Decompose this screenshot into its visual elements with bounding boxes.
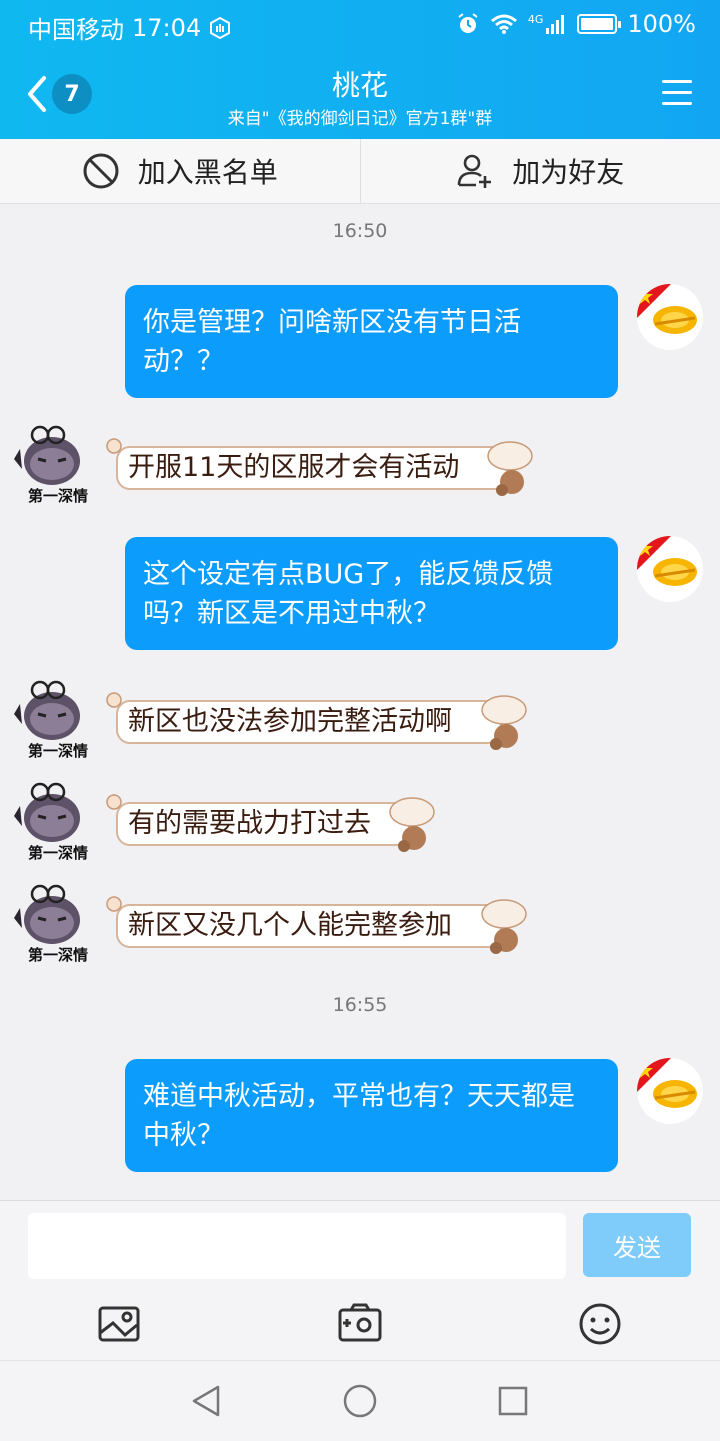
bunny-paw-icon xyxy=(104,690,128,714)
bunny-bear-icon xyxy=(478,894,530,958)
outgoing-message[interactable]: 你是管理？问啥新区没有节日活动？？ xyxy=(125,285,618,398)
clock: 17:04 xyxy=(132,14,201,42)
avatar-caption: 第一深情 xyxy=(28,944,88,965)
avatar-caption: 第一深情 xyxy=(28,485,88,506)
incoming-message[interactable]: 新区又没几个人能完整参加 xyxy=(104,894,530,958)
message-input[interactable] xyxy=(28,1213,566,1279)
bunny-bear-icon xyxy=(484,436,536,500)
composer: 发送 xyxy=(0,1200,720,1361)
message-text: 有的需要战力打过去 xyxy=(128,804,371,844)
nav-back-icon[interactable] xyxy=(188,1383,224,1419)
status-bar: 中国移动 17:04 4G 100% xyxy=(0,0,720,50)
add-friend-label: 加为好友 xyxy=(512,151,624,191)
my-avatar[interactable] xyxy=(637,1058,703,1124)
outgoing-message[interactable]: 难道中秋活动，平常也有？天天都是中秋？ xyxy=(125,1059,618,1172)
contact-avatar[interactable]: 第一深情 xyxy=(14,776,90,862)
bunny-bear-icon xyxy=(386,792,438,856)
timestamp: 16:55 xyxy=(0,994,720,1016)
wifi-icon xyxy=(490,13,518,35)
bunny-bear-icon xyxy=(478,690,530,754)
action-bar: 加入黑名单 加为好友 xyxy=(0,139,720,204)
message-text: 新区又没几个人能完整参加 xyxy=(128,906,452,946)
timestamp: 16:50 xyxy=(0,220,720,242)
nav-home-icon[interactable] xyxy=(342,1383,378,1419)
contact-avatar[interactable]: 第一深情 xyxy=(14,419,90,505)
system-nav-bar xyxy=(0,1360,720,1441)
bunny-paw-icon xyxy=(104,436,128,460)
menu-icon[interactable] xyxy=(662,80,692,106)
camera-icon[interactable] xyxy=(337,1301,383,1347)
battery-icon xyxy=(577,14,617,34)
my-avatar[interactable] xyxy=(637,536,703,602)
chat-area[interactable]: 16:50 你是管理？问啥新区没有节日活动？？ 第一深情 开服11天的区服才会有… xyxy=(0,204,720,1200)
block-button[interactable]: 加入黑名单 xyxy=(0,139,360,203)
emoji-icon[interactable] xyxy=(577,1301,623,1347)
block-icon xyxy=(82,152,120,190)
image-icon[interactable] xyxy=(97,1301,143,1347)
avatar-caption: 第一深情 xyxy=(28,842,88,863)
carrier-label: 中国移动 xyxy=(28,10,124,45)
bunny-paw-icon xyxy=(104,894,128,918)
outgoing-message[interactable]: 这个设定有点BUG了，能反馈反馈吗？新区是不用过中秋？ xyxy=(125,537,618,650)
avatar-caption: 第一深情 xyxy=(28,740,88,761)
hand-icon xyxy=(209,17,231,39)
nav-recents-icon[interactable] xyxy=(495,1383,531,1419)
contact-avatar[interactable]: 第一深情 xyxy=(14,674,90,760)
chat-subtitle: 来自"《我的御剑日记》官方1群"群 xyxy=(0,104,720,129)
message-text: 新区也没法参加完整活动啊 xyxy=(128,702,452,742)
contact-avatar[interactable]: 第一深情 xyxy=(14,878,90,964)
message-text: 开服11天的区服才会有活动 xyxy=(128,448,459,488)
alarm-icon xyxy=(456,12,480,36)
incoming-message[interactable]: 新区也没法参加完整活动啊 xyxy=(104,690,530,754)
send-button[interactable]: 发送 xyxy=(583,1213,691,1277)
add-user-icon xyxy=(456,152,494,190)
cellular-signal-icon: 4G xyxy=(528,14,568,34)
incoming-message[interactable]: 有的需要战力打过去 xyxy=(104,792,438,856)
my-avatar[interactable] xyxy=(637,284,703,350)
battery-percent: 100% xyxy=(627,10,696,38)
block-label: 加入黑名单 xyxy=(138,151,278,191)
chat-title: 桃花 xyxy=(0,64,720,104)
incoming-message[interactable]: 开服11天的区服才会有活动 xyxy=(104,436,536,500)
bunny-paw-icon xyxy=(104,792,128,816)
chat-header: 7 桃花 来自"《我的御剑日记》官方1群"群 xyxy=(0,50,720,139)
add-friend-button[interactable]: 加为好友 xyxy=(360,139,720,203)
